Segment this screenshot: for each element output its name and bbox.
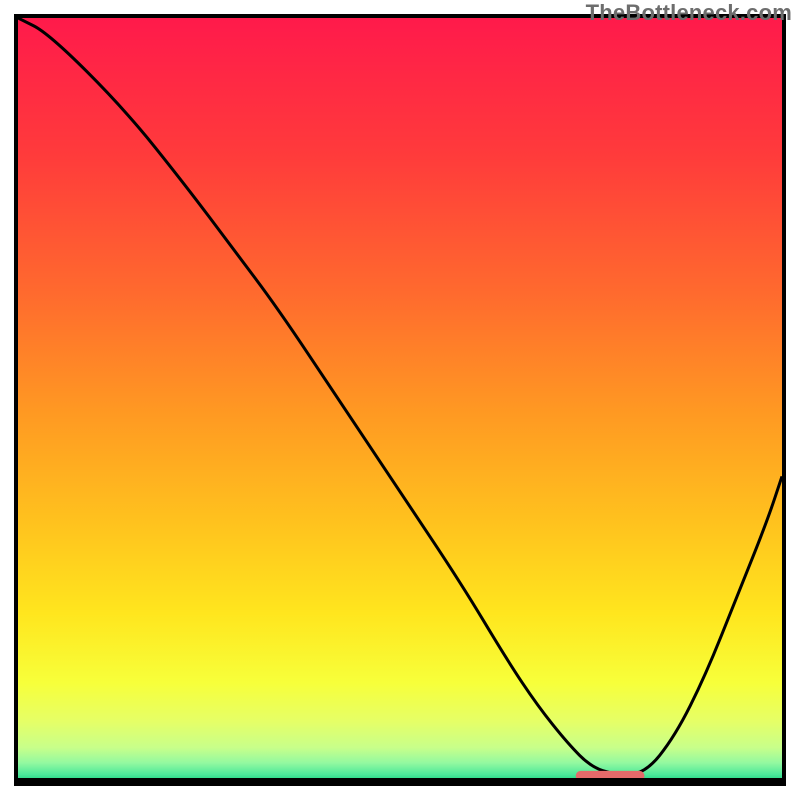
x-axis-baseline [18, 778, 782, 782]
chart-stage: TheBottleneck.com [0, 0, 800, 800]
plot-svg [18, 18, 782, 782]
watermark-label: TheBottleneck.com [586, 0, 792, 26]
plot-area [18, 18, 782, 782]
gradient-background [18, 18, 782, 782]
